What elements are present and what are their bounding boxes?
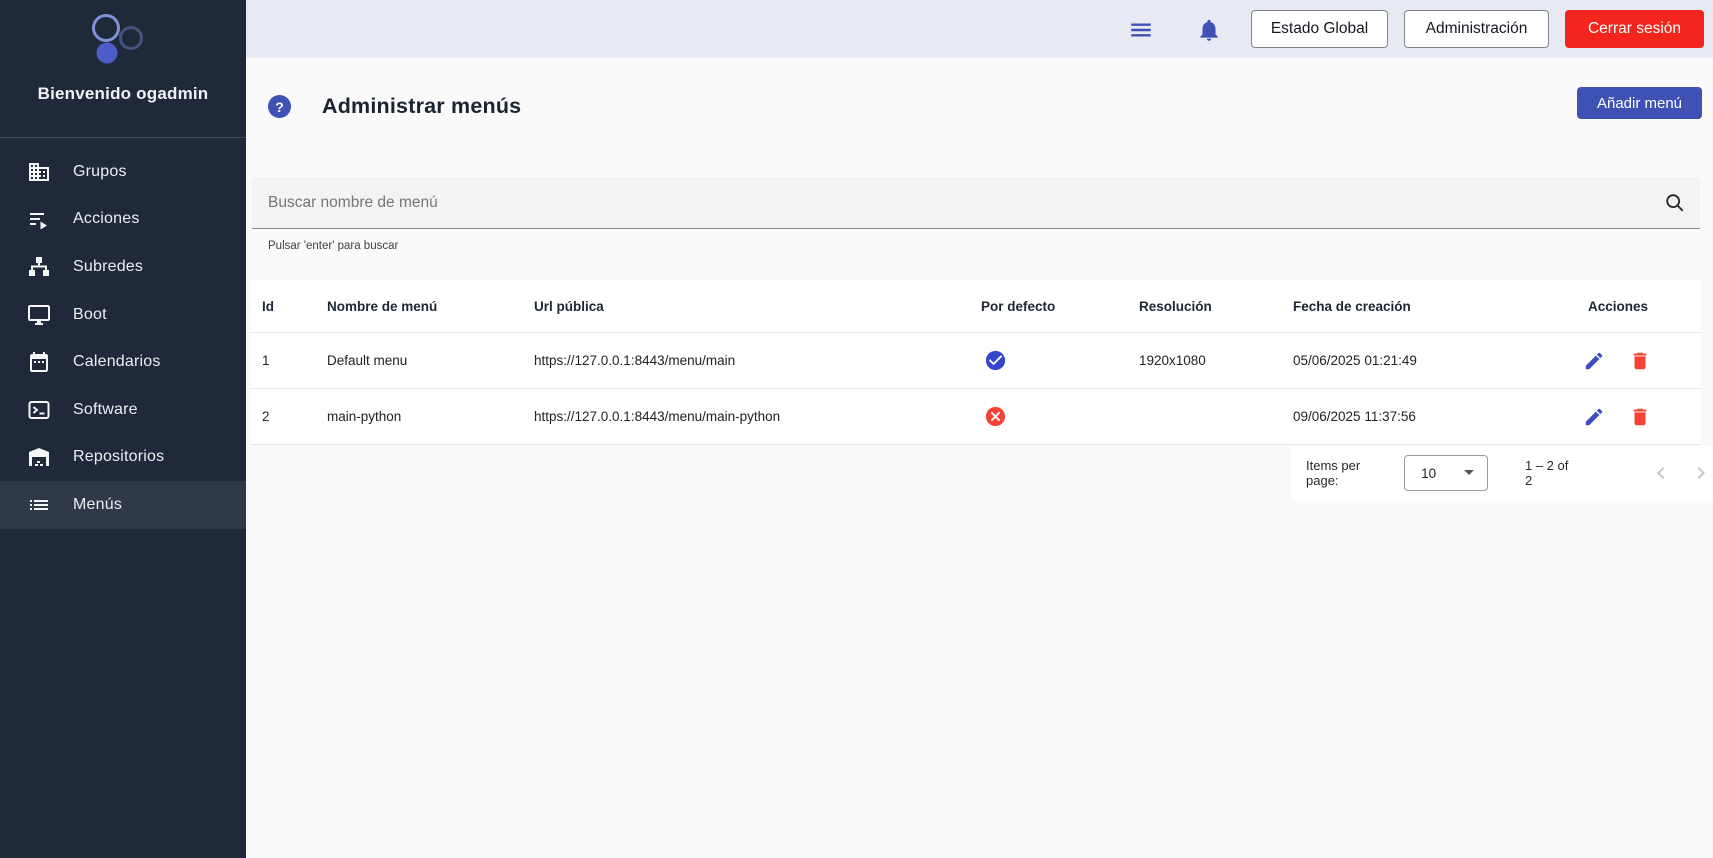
add-menu-button[interactable]: Añadir menú xyxy=(1577,87,1702,119)
edit-icon[interactable] xyxy=(1583,406,1605,428)
sidebar-divider xyxy=(0,137,246,138)
cell-resolucion: 1920x1080 xyxy=(1139,353,1293,368)
estado-global-button[interactable]: Estado Global xyxy=(1251,10,1388,48)
cell-id: 2 xyxy=(252,409,327,424)
sidebar-item-software[interactable]: Software xyxy=(0,386,246,434)
app-logo-icon xyxy=(0,0,246,70)
sidebar-item-label: Menús xyxy=(73,496,122,514)
column-header-acciones: Acciones xyxy=(1583,299,1700,314)
cell-id: 1 xyxy=(252,353,327,368)
delete-icon[interactable] xyxy=(1629,350,1651,372)
page-title: Administrar menús xyxy=(322,94,521,119)
sidebar-item-menus[interactable]: Menús xyxy=(0,481,246,529)
sidebar-item-repositorios[interactable]: Repositorios xyxy=(0,434,246,482)
sidebar-item-subredes[interactable]: Subredes xyxy=(0,243,246,291)
sidebar-item-label: Grupos xyxy=(73,163,127,181)
items-per-page-label: Items per page: xyxy=(1306,458,1396,488)
search-field xyxy=(252,177,1700,229)
cancel-circle-icon xyxy=(984,405,1007,428)
delete-icon[interactable] xyxy=(1629,406,1651,428)
sidebar-item-acciones[interactable]: Acciones xyxy=(0,196,246,244)
cell-acciones xyxy=(1583,406,1700,428)
previous-page-icon[interactable] xyxy=(1649,461,1673,485)
table-row: 1 Default menu https://127.0.0.1:8443/me… xyxy=(252,333,1700,389)
sidebar-item-label: Calendarios xyxy=(73,353,161,371)
check-circle-icon xyxy=(984,349,1007,372)
sidebar-item-label: Boot xyxy=(73,306,107,324)
logout-button[interactable]: Cerrar sesión xyxy=(1565,10,1704,48)
chevron-down-icon xyxy=(1463,469,1475,477)
cell-por-defecto xyxy=(981,349,1139,372)
sidebar-item-label: Software xyxy=(73,401,138,419)
cell-nombre: main-python xyxy=(327,409,534,424)
warehouse-icon xyxy=(27,445,51,469)
column-header-nombre: Nombre de menú xyxy=(327,299,534,314)
paginator: Items per page: 10 1 – 2 of 2 xyxy=(1292,446,1713,500)
cell-url: https://127.0.0.1:8443/menu/main xyxy=(534,353,981,368)
cell-acciones xyxy=(1583,350,1700,372)
sidebar-item-boot[interactable]: Boot xyxy=(0,291,246,339)
table-header-row: Id Nombre de menú Url pública Por defect… xyxy=(252,280,1700,333)
search-input[interactable] xyxy=(268,177,1648,228)
cell-url: https://127.0.0.1:8443/menu/main-python xyxy=(534,409,981,424)
sidebar-item-label: Subredes xyxy=(73,258,143,276)
sidebar: Bienvenido ogadmin Grupos Acciones Subre… xyxy=(0,0,246,858)
help-icon[interactable]: ? xyxy=(268,95,291,118)
paginator-range: 1 – 2 of 2 xyxy=(1525,458,1579,488)
bell-icon[interactable] xyxy=(1196,17,1222,43)
column-header-resolucion: Resolución xyxy=(1139,299,1293,314)
cell-por-defecto xyxy=(981,405,1139,428)
administracion-button[interactable]: Administración xyxy=(1404,10,1549,48)
column-header-url: Url pública xyxy=(534,299,981,314)
sidebar-nav: Grupos Acciones Subredes Boot Calendario… xyxy=(0,148,246,529)
sidebar-item-grupos[interactable]: Grupos xyxy=(0,148,246,196)
building-icon xyxy=(27,160,51,184)
search-hint: Pulsar 'enter' para buscar xyxy=(268,240,398,252)
column-header-pordefecto: Por defecto xyxy=(981,299,1139,314)
calendar-icon xyxy=(27,350,51,374)
column-header-id: Id xyxy=(252,299,327,314)
column-header-fecha: Fecha de creación xyxy=(1293,299,1583,314)
topbar: Estado Global Administración Cerrar sesi… xyxy=(246,0,1713,58)
cell-fecha: 09/06/2025 11:37:56 xyxy=(1293,409,1583,424)
page-size-select[interactable]: 10 xyxy=(1404,455,1488,491)
menus-table: Id Nombre de menú Url pública Por defect… xyxy=(252,280,1700,445)
terminal-icon xyxy=(27,398,51,422)
next-page-icon[interactable] xyxy=(1689,461,1713,485)
table-row: 2 main-python https://127.0.0.1:8443/men… xyxy=(252,389,1700,445)
cell-fecha: 05/06/2025 01:21:49 xyxy=(1293,353,1583,368)
page-size-value: 10 xyxy=(1405,466,1436,481)
edit-icon[interactable] xyxy=(1583,350,1605,372)
actions-list-icon xyxy=(27,207,51,231)
sidebar-item-label: Repositorios xyxy=(73,448,164,466)
sidebar-item-calendarios[interactable]: Calendarios xyxy=(0,338,246,386)
search-icon[interactable] xyxy=(1664,192,1686,214)
list-icon xyxy=(27,493,51,517)
welcome-text: Bienvenido ogadmin xyxy=(0,84,246,104)
monitor-icon xyxy=(27,303,51,327)
hamburger-icon[interactable] xyxy=(1128,17,1154,43)
network-tree-icon xyxy=(27,255,51,279)
cell-nombre: Default menu xyxy=(327,353,534,368)
sidebar-item-label: Acciones xyxy=(73,210,140,228)
